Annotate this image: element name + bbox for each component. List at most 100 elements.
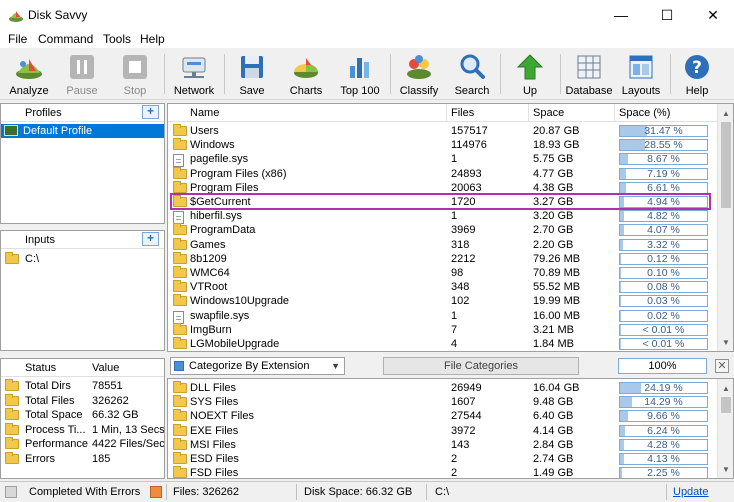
- close-categorize-icon[interactable]: ✕: [715, 359, 729, 373]
- stats-row: Total Files 326262: [1, 393, 164, 408]
- categorize-dropdown[interactable]: Categorize By Extension ▼: [170, 357, 345, 375]
- col-space-pct[interactable]: Space (%): [619, 107, 670, 119]
- category-percent-bar: 6.24 %: [619, 424, 708, 437]
- stop-button[interactable]: Stop: [115, 52, 155, 98]
- percent-filter[interactable]: 100%: [618, 358, 707, 374]
- stat-label: Process Ti...: [25, 423, 86, 436]
- close-button[interactable]: ✕: [690, 0, 734, 30]
- category-row[interactable]: MSI Files 143 2.84 GB 4.28 %: [168, 437, 716, 452]
- category-row[interactable]: DLL Files 26949 16.04 GB 24.19 %: [168, 381, 716, 395]
- scroll-thumb[interactable]: [721, 397, 731, 413]
- category-name: ESD Files: [190, 453, 239, 465]
- profile-item[interactable]: Default Profile: [1, 124, 164, 138]
- categorize-bar: Categorize By Extension ▼ File Categorie…: [167, 355, 734, 377]
- space-percent-text: 8.67 %: [647, 153, 680, 166]
- input-path: C:\: [25, 253, 40, 265]
- table-row[interactable]: WMC64 98 70.89 MB 0.10 %: [168, 266, 716, 280]
- col-files[interactable]: Files: [451, 107, 474, 119]
- table-row[interactable]: Windows 114976 18.93 GB 28.55 %: [168, 138, 716, 152]
- table-row[interactable]: swapfile.sys 1 16.00 MB 0.02 %: [168, 309, 716, 324]
- category-scrollbar[interactable]: ▲ ▼: [717, 379, 733, 478]
- category-percent-text: 24.19 %: [644, 382, 683, 394]
- table-row[interactable]: hiberfil.sys 1 3.20 GB 4.82 %: [168, 209, 716, 225]
- analyze-button[interactable]: Analyze: [8, 52, 50, 98]
- database-button[interactable]: Database: [565, 52, 613, 98]
- table-row[interactable]: LGMobileUpgrade 4 1.84 MB < 0.01 %: [168, 337, 716, 351]
- space-percent-text: 0.12 %: [647, 252, 680, 265]
- row-name: WMC64: [190, 267, 230, 279]
- scroll-down-arrow-icon[interactable]: ▼: [718, 334, 733, 350]
- space-percent-text: 28.55 %: [644, 139, 683, 152]
- row-space: 4.38 GB: [533, 181, 574, 194]
- help-button[interactable]: ? Help: [680, 52, 714, 98]
- table-row[interactable]: Games 318 2.20 GB 3.32 %: [168, 237, 716, 252]
- space-percent-bar: 0.02 %: [619, 309, 708, 322]
- toolbar-separator: [560, 54, 561, 94]
- stat-label: Performance: [25, 438, 88, 450]
- stats-panel: Status Value Total Dirs 78551 Total Files 3…: [0, 358, 165, 479]
- stats-row: Total Dirs 78551: [1, 379, 164, 393]
- category-files: 2: [451, 453, 458, 465]
- category-row[interactable]: SYS Files 1607 9.48 GB 14.29 %: [168, 395, 716, 409]
- space-percent-bar: 8.67 %: [619, 153, 708, 166]
- inputs-header: Inputs +: [1, 231, 164, 249]
- layouts-button[interactable]: Layouts: [620, 52, 662, 98]
- table-row[interactable]: Users 157517 20.87 GB 31.47 %: [168, 124, 716, 138]
- table-row[interactable]: 8b1209 2212 79.26 MB 0.12 %: [168, 251, 716, 266]
- stat-label: Errors: [25, 452, 55, 465]
- category-row[interactable]: NOEXT Files 27544 6.40 GB 9.66 %: [168, 409, 716, 423]
- file-categories-button[interactable]: File Categories: [383, 357, 579, 375]
- scroll-up-arrow-icon[interactable]: ▲: [718, 105, 733, 121]
- space-percent-text: 7.19 %: [647, 167, 680, 180]
- maximize-button[interactable]: ☐: [644, 0, 690, 30]
- table-row[interactable]: Windows10Upgrade 102 19.99 MB 0.03 %: [168, 294, 716, 308]
- category-files: 2: [451, 467, 458, 479]
- error-log-icon[interactable]: [150, 486, 162, 498]
- results-panel: Name Files Space Space (%) Users 157517 20…: [167, 103, 734, 352]
- classify-button[interactable]: Classify: [396, 52, 442, 98]
- row-space: 18.93 GB: [533, 139, 580, 152]
- database-label: Database: [565, 85, 613, 97]
- results-scrollbar[interactable]: ▲ ▼: [717, 104, 733, 351]
- scroll-thumb[interactable]: [721, 122, 731, 208]
- window-title: Disk Savvy: [28, 8, 88, 22]
- table-row[interactable]: pagefile.sys 1 5.75 GB 8.67 %: [168, 152, 716, 168]
- row-files: 318: [451, 238, 470, 251]
- menu-command[interactable]: Command: [38, 32, 93, 46]
- scroll-down-arrow-icon[interactable]: ▼: [718, 461, 733, 477]
- add-input-button[interactable]: +: [142, 232, 159, 246]
- folder-icon: [173, 166, 187, 179]
- input-item[interactable]: C:\: [1, 252, 164, 266]
- category-row[interactable]: FSD Files 2 1.49 GB 2.25 %: [168, 466, 716, 479]
- category-name: NOEXT Files: [190, 410, 254, 423]
- title-bar: Disk Savvy — ☐ ✕: [0, 0, 734, 30]
- pause-button[interactable]: Pause: [62, 52, 102, 98]
- update-link[interactable]: Update: [673, 486, 708, 498]
- category-name: EXE Files: [190, 424, 239, 437]
- save-label: Save: [239, 85, 265, 97]
- minimize-button[interactable]: —: [598, 0, 644, 30]
- save-button[interactable]: Save: [234, 52, 270, 98]
- add-profile-button[interactable]: +: [142, 105, 159, 119]
- stat-icon: [5, 437, 19, 449]
- network-button[interactable]: Network: [172, 52, 216, 98]
- menu-file[interactable]: File: [8, 32, 27, 46]
- table-row[interactable]: ImgBurn 7 3.21 MB < 0.01 %: [168, 322, 716, 337]
- stat-label: Total Files: [25, 394, 75, 407]
- col-space[interactable]: Space: [533, 107, 564, 119]
- scroll-up-arrow-icon[interactable]: ▲: [718, 380, 733, 396]
- table-row[interactable]: ProgramData 3969 2.70 GB 4.07 %: [168, 223, 716, 237]
- search-button[interactable]: Search: [452, 52, 492, 98]
- help-icon: ?: [685, 55, 709, 79]
- charts-button[interactable]: Charts: [284, 52, 328, 98]
- menu-help[interactable]: Help: [140, 32, 165, 46]
- table-row[interactable]: Program Files (x86) 24893 4.77 GB 7.19 %: [168, 166, 716, 181]
- menu-tools[interactable]: Tools: [103, 32, 131, 46]
- col-name[interactable]: Name: [190, 107, 219, 119]
- category-row[interactable]: EXE Files 3972 4.14 GB 6.24 %: [168, 423, 716, 438]
- category-row[interactable]: ESD Files 2 2.74 GB 4.13 %: [168, 452, 716, 466]
- table-row[interactable]: VTRoot 348 55.52 MB 0.08 %: [168, 280, 716, 294]
- profiles-header: Profiles +: [1, 104, 164, 122]
- top100-button[interactable]: Top 100: [338, 52, 382, 98]
- up-button[interactable]: Up: [512, 52, 548, 98]
